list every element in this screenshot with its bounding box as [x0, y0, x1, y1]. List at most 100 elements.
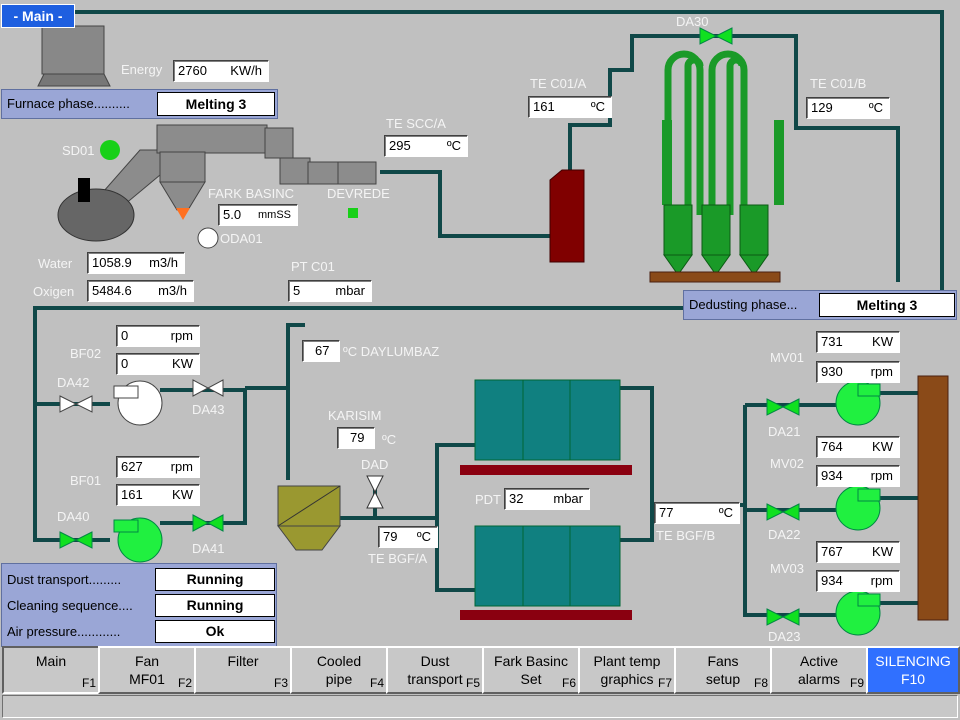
da21-label: DA21 — [768, 424, 801, 439]
daylumbaz-value: 67 — [315, 343, 330, 358]
mv01-kw-unit: KW — [872, 334, 893, 349]
bf02-rpm-box: 0 rpm — [116, 325, 200, 347]
dedusting-phase-label: Dedusting phase... — [689, 297, 798, 312]
status-dust-transport-value: Running — [155, 568, 275, 591]
te-c01-a-unit: ºC — [590, 99, 605, 114]
fkey-filter-label: Filter — [227, 653, 259, 669]
mv01-rpm-box: 930 rpm — [816, 361, 900, 383]
karisim-unit: ºC — [382, 432, 397, 447]
da30-label: DA30 — [676, 14, 709, 29]
da41-label: DA41 — [192, 541, 225, 556]
pt-c01-value: 5 — [293, 283, 301, 298]
mv03-rpm-value: 934 — [821, 573, 843, 588]
energy-label: Energy — [121, 62, 163, 77]
mv03-label: MV03 — [770, 561, 804, 576]
bf02-rpm-unit: rpm — [170, 328, 193, 343]
bf02-kw-unit: KW — [172, 356, 193, 371]
mv03-rpm-box: 934 rpm — [816, 570, 900, 592]
te-bgf-b-box: 77 ºC — [654, 502, 740, 524]
status-cleaning-sequence: Cleaning sequence.... Running — [2, 592, 276, 618]
fkey-dust-transport[interactable]: Dust transport F5 — [386, 646, 484, 694]
mv01-rpm-unit: rpm — [870, 364, 893, 379]
status-air-pressure-value: Ok — [155, 620, 275, 643]
daylumbaz-box: 67 — [302, 340, 340, 362]
mv01-kw-value: 731 — [821, 334, 843, 349]
te-bgf-a-value: 79 — [383, 529, 398, 544]
karisim-value: 79 — [350, 430, 365, 445]
pdt-unit: mbar — [553, 491, 583, 506]
mv02-rpm-unit: rpm — [870, 468, 893, 483]
fkey-fan-key: F2 — [177, 676, 192, 690]
water-value: 1058.9 — [92, 255, 132, 270]
da42-label: DA42 — [57, 375, 90, 390]
furnace-phase-value: Melting 3 — [157, 92, 275, 116]
te-bgf-a-unit: ºC — [416, 529, 431, 544]
da23-label: DA23 — [768, 629, 801, 644]
te-c01-a-label: TE C01/A — [530, 76, 587, 91]
da40-label: DA40 — [57, 509, 90, 524]
da43-label: DA43 — [192, 402, 225, 417]
te-scc-a-label: TE SCC/A — [386, 116, 446, 131]
water-box: 1058.9 m3/h — [87, 252, 185, 274]
status-dust-transport-label: Dust transport......... — [7, 572, 122, 587]
fkey-fans-setup[interactable]: Fans setup F8 — [674, 646, 772, 694]
bf01-kw-box: 161 KW — [116, 484, 200, 506]
fkey-alarms-key: F9 — [849, 676, 864, 690]
fkey-main-label: Main — [35, 653, 67, 669]
fark-basinc-value: 5.0 — [223, 207, 242, 222]
sd01-label: SD01 — [62, 143, 95, 158]
status-panel: Dust transport......... Running Cleaning… — [1, 563, 277, 647]
oxigen-label: Oxigen — [33, 284, 75, 299]
energy-unit: KW/h — [230, 63, 262, 78]
pdt-value: 32 — [509, 491, 524, 506]
fark-basinc-unit: mmSS — [258, 209, 291, 221]
oda01-label: ODA01 — [220, 231, 263, 246]
pdt-box: 32 mbar — [504, 488, 590, 510]
status-cleaning-sequence-value: Running — [155, 594, 275, 617]
pt-c01-unit: mbar — [335, 283, 365, 298]
fkey-fans-key: F8 — [753, 676, 768, 690]
te-bgf-a-box: 79 ºC — [378, 526, 438, 548]
status-air-pressure: Air pressure............ Ok — [2, 618, 276, 644]
oxigen-value: 5484.6 — [92, 283, 132, 298]
fkey-filter[interactable]: Filter F3 — [194, 646, 292, 694]
te-c01-b-value: 129 — [811, 100, 833, 115]
pdt-label: PDT — [475, 492, 501, 507]
devrede-label: DEVREDE — [327, 186, 390, 201]
te-c01-b-unit: ºC — [868, 100, 883, 115]
te-bgf-b-unit: ºC — [718, 505, 733, 520]
fkey-cooled-pipe[interactable]: Cooled pipe F4 — [290, 646, 388, 694]
fkey-plant-temp-graphics[interactable]: Plant temp graphics F7 — [578, 646, 676, 694]
te-scc-a-box: 295 ºC — [384, 135, 468, 157]
te-c01-b-label: TE C01/B — [810, 76, 867, 91]
furnace-phase-panel: Furnace phase.......... Melting 3 — [1, 89, 278, 119]
daylumbaz-unit: ºC DAYLUMBAZ — [343, 344, 440, 359]
mv02-kw-box: 764 KW — [816, 436, 900, 458]
fkey-silencing-label: SILENCING F10 — [875, 653, 951, 687]
dad-label: DAD — [361, 457, 389, 472]
fkey-main[interactable]: Main F1 — [2, 646, 100, 694]
function-key-bar: Main F1 Fan MF01 F2 Filter F3 Cooled pipe F4… — [0, 646, 960, 694]
fkey-fark-basinc-set[interactable]: Fark Basinc Set F6 — [482, 646, 580, 694]
furnace-phase-label: Furnace phase.......... — [7, 96, 130, 111]
main-title-tab: - Main - — [1, 4, 75, 28]
fkey-cooled-key: F4 — [369, 676, 384, 690]
fkey-fark-key: F6 — [561, 676, 576, 690]
mv03-kw-value: 767 — [821, 544, 843, 559]
fkey-silencing[interactable]: SILENCING F10 — [866, 646, 960, 694]
fark-basinc-label: FARK BASINC — [208, 186, 294, 201]
bf02-label: BF02 — [70, 346, 102, 361]
water-label: Water — [38, 256, 73, 271]
water-unit: m3/h — [149, 255, 178, 270]
bf01-kw-value: 161 — [121, 487, 143, 502]
te-scc-a-unit: ºC — [446, 138, 461, 153]
fkey-filter-key: F3 — [273, 676, 288, 690]
status-cleaning-sequence-label: Cleaning sequence.... — [7, 598, 133, 613]
mv02-kw-value: 764 — [821, 439, 843, 454]
mv01-rpm-value: 930 — [821, 364, 843, 379]
bf02-kw-value: 0 — [121, 356, 129, 371]
fkey-active-alarms[interactable]: Active alarms F9 — [770, 646, 868, 694]
dedusting-phase-value: Melting 3 — [819, 293, 955, 317]
fkey-main-key: F1 — [81, 676, 96, 690]
fkey-fan-mf01[interactable]: Fan MF01 F2 — [98, 646, 196, 694]
